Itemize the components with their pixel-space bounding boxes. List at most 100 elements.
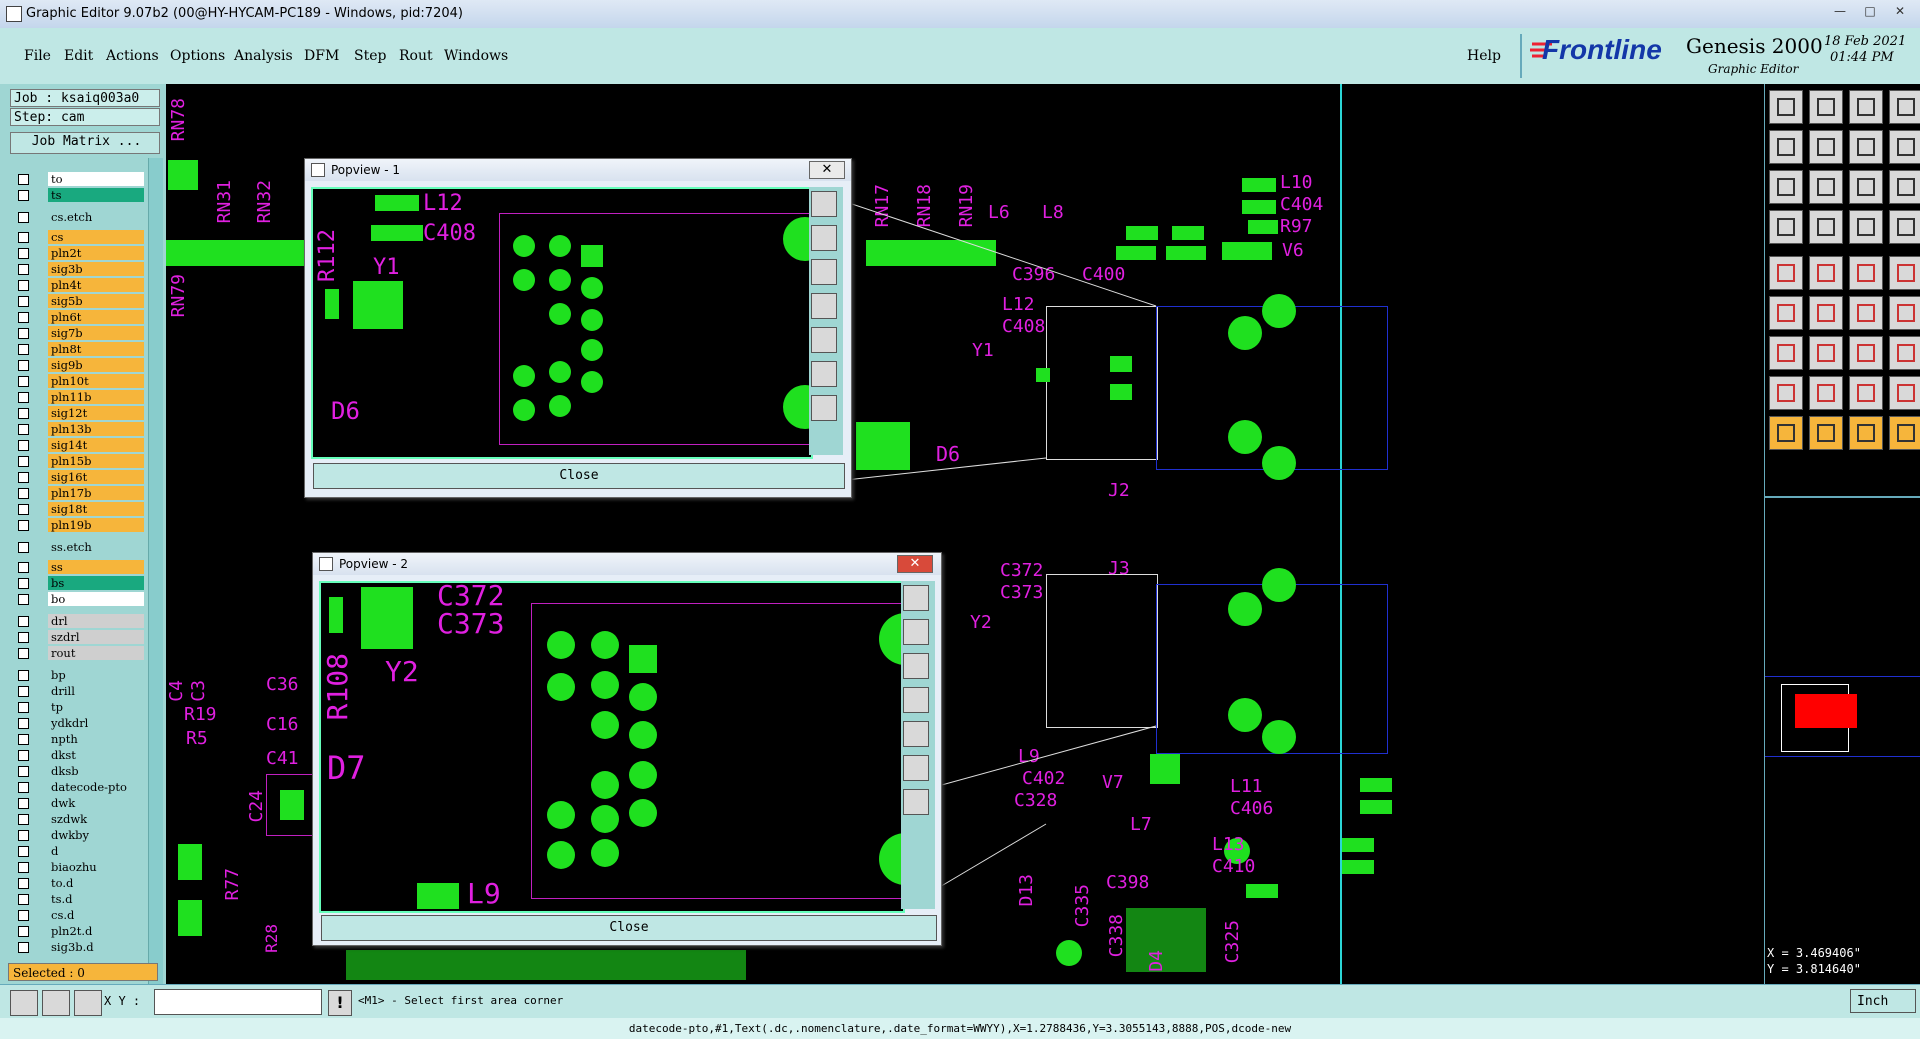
menu-actions[interactable]: Actions [106, 48, 159, 64]
pointer2-icon[interactable] [1809, 416, 1843, 450]
layer-row[interactable]: bo [14, 592, 160, 606]
layer-checkbox[interactable] [18, 424, 29, 435]
layer-row[interactable]: cs [14, 230, 160, 244]
zoom-out-icon[interactable] [903, 619, 929, 645]
layer-row[interactable]: dwk [14, 796, 160, 810]
layer-checkbox[interactable] [18, 862, 29, 873]
layer-row[interactable]: ydkdrl [14, 716, 160, 730]
layer-row[interactable]: tp [14, 700, 160, 714]
units-selector[interactable]: Inch [1850, 989, 1916, 1013]
delete-icon[interactable] [1809, 256, 1843, 290]
minimize-button[interactable]: — [1826, 2, 1854, 20]
layer-row[interactable]: pln11b [14, 390, 160, 404]
layer-checkbox[interactable] [18, 562, 29, 573]
menu-options[interactable]: Options [170, 48, 225, 64]
measure-icon[interactable] [1809, 210, 1843, 244]
triangle-icon[interactable] [1769, 376, 1803, 410]
layer-row[interactable]: ss.etch [14, 540, 160, 554]
area-icon[interactable] [1769, 336, 1803, 370]
layer-checkbox[interactable] [18, 440, 29, 451]
popview-1-view[interactable]: L12 C408 R112 Y1 D6 [311, 187, 813, 459]
triangle3-icon[interactable] [1849, 376, 1883, 410]
layer-checkbox[interactable] [18, 248, 29, 259]
center-icon[interactable] [1809, 170, 1843, 204]
layer-row[interactable]: bs [14, 576, 160, 590]
window-icon[interactable] [1849, 130, 1883, 164]
fit-view-icon[interactable] [811, 361, 837, 387]
layer-checkbox[interactable] [18, 734, 29, 745]
pan-left-icon[interactable] [811, 293, 837, 319]
layer-row[interactable]: pln19b [14, 518, 160, 532]
layer-checkbox[interactable] [18, 750, 29, 761]
layer-row[interactable]: d [14, 844, 160, 858]
copy-icon[interactable] [1889, 296, 1920, 330]
route-icon[interactable] [1889, 336, 1920, 370]
layer-row[interactable]: biaozhu [14, 860, 160, 874]
pan-left-icon[interactable] [903, 687, 929, 713]
layer-row[interactable]: pln2t [14, 246, 160, 260]
pan-left-icon[interactable] [1769, 130, 1803, 164]
layer-row[interactable]: pln15b [14, 454, 160, 468]
arc-icon[interactable] [1769, 296, 1803, 330]
layer-checkbox[interactable] [18, 190, 29, 201]
layer-row[interactable]: ts.d [14, 892, 160, 906]
layer-checkbox[interactable] [18, 542, 29, 553]
pointer4-icon[interactable] [1889, 416, 1920, 450]
layer-checkbox[interactable] [18, 942, 29, 953]
menu-step[interactable]: Step [354, 48, 386, 64]
layer-checkbox[interactable] [18, 472, 29, 483]
layer-row[interactable]: szdwk [14, 812, 160, 826]
grid-icon[interactable] [1889, 170, 1920, 204]
measure-icon[interactable] [42, 990, 70, 1016]
layer-checkbox[interactable] [18, 232, 29, 243]
layer-row[interactable]: cs.d [14, 908, 160, 922]
layer-checkbox[interactable] [18, 360, 29, 371]
layer-checkbox[interactable] [18, 814, 29, 825]
fit-icon[interactable] [1769, 170, 1803, 204]
pan-right-icon[interactable] [903, 721, 929, 747]
pan-right-icon[interactable] [1809, 130, 1843, 164]
zoom-home-icon[interactable] [903, 653, 929, 679]
center-view-icon[interactable] [811, 395, 837, 421]
alert-icon[interactable]: ! [328, 990, 352, 1016]
pad-icon[interactable] [1889, 256, 1920, 290]
layer-row[interactable]: drl [14, 614, 160, 628]
help-icon[interactable] [1889, 130, 1920, 164]
popview-2-close-button[interactable]: Close [321, 915, 937, 941]
pan-right-icon[interactable] [811, 327, 837, 353]
move-icon[interactable] [1849, 296, 1883, 330]
menu-help[interactable]: Help [1467, 48, 1501, 64]
pointer-icon[interactable] [1769, 416, 1803, 450]
triangle2-icon[interactable] [1809, 376, 1843, 410]
layer-checkbox[interactable] [18, 766, 29, 777]
layer-checkbox[interactable] [18, 718, 29, 729]
layer-checkbox[interactable] [18, 392, 29, 403]
layer-row[interactable]: pln8t [14, 342, 160, 356]
layer-checkbox[interactable] [18, 616, 29, 627]
maximize-button[interactable]: □ [1856, 2, 1884, 20]
menu-analysis[interactable]: Analysis [234, 48, 293, 64]
popview-2-close-icon[interactable]: ✕ [897, 555, 933, 573]
menu-windows[interactable]: Windows [444, 48, 508, 64]
layer-row[interactable]: dwkby [14, 828, 160, 842]
layer-checkbox[interactable] [18, 408, 29, 419]
layer-checkbox[interactable] [18, 798, 29, 809]
layer-checkbox[interactable] [18, 296, 29, 307]
ratio-icon[interactable] [1849, 170, 1883, 204]
layer-row[interactable]: sig3b.d [14, 940, 160, 954]
layer-checkbox[interactable] [18, 456, 29, 467]
layer-checkbox[interactable] [18, 376, 29, 387]
layer-row[interactable]: dksb [14, 764, 160, 778]
fit-view-icon[interactable] [903, 755, 929, 781]
layer-row[interactable]: pln6t [14, 310, 160, 324]
layer-checkbox[interactable] [18, 212, 29, 223]
menu-edit[interactable]: Edit [64, 48, 93, 64]
layers-icon[interactable] [1849, 210, 1883, 244]
layer-checkbox[interactable] [18, 670, 29, 681]
layer-checkbox[interactable] [18, 878, 29, 889]
layer-row[interactable]: to.d [14, 876, 160, 890]
layer-row[interactable]: sig5b [14, 294, 160, 308]
layer-checkbox[interactable] [18, 894, 29, 905]
layer-checkbox[interactable] [18, 264, 29, 275]
redraw-icon[interactable] [1889, 90, 1920, 124]
